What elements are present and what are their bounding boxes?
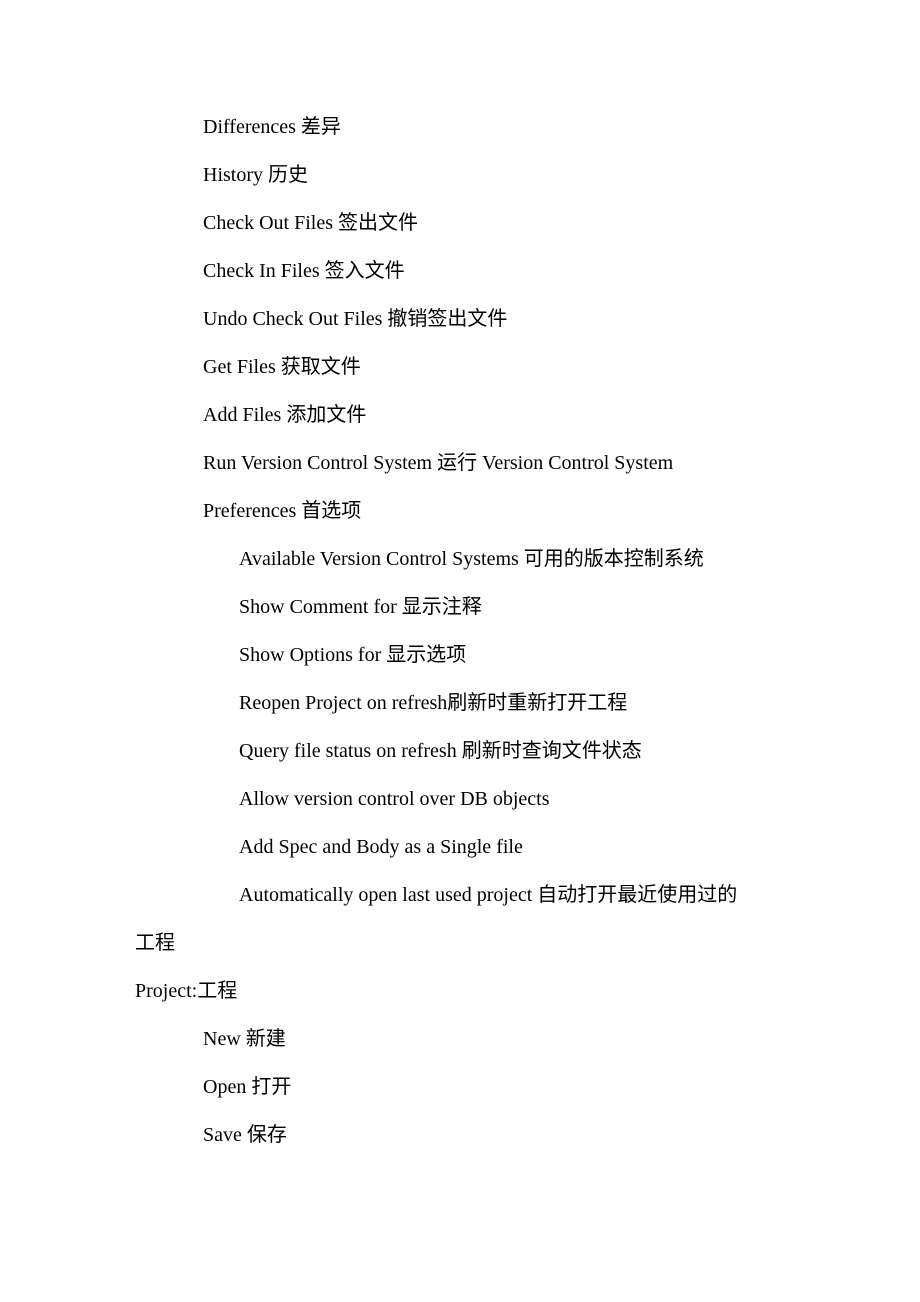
text-line: Query file status on refresh 刷新时查询文件状态 xyxy=(135,741,785,761)
text-line: Automatically open last used project 自动打… xyxy=(135,885,785,905)
text-line: Add Spec and Body as a Single file xyxy=(135,837,785,857)
text-line-continuation: 工程 xyxy=(135,933,785,953)
text-line: Open 打开 xyxy=(135,1077,785,1097)
text-line: Check Out Files 签出文件 xyxy=(135,213,785,233)
text-line: Get Files 获取文件 xyxy=(135,357,785,377)
section-header: Project:工程 xyxy=(135,981,785,1001)
text-line: Preferences 首选项 xyxy=(135,501,785,521)
text-line: Save 保存 xyxy=(135,1125,785,1145)
text-line: Differences 差异 xyxy=(135,117,785,137)
text-line: Add Files 添加文件 xyxy=(135,405,785,425)
text-line: Undo Check Out Files 撤销签出文件 xyxy=(135,309,785,329)
text-line: History 历史 xyxy=(135,165,785,185)
text-line: Allow version control over DB objects xyxy=(135,789,785,809)
text-line: Check In Files 签入文件 xyxy=(135,261,785,281)
text-line: Available Version Control Systems 可用的版本控… xyxy=(135,549,785,569)
text-line: Show Options for 显示选项 xyxy=(135,645,785,665)
text-line: Show Comment for 显示注释 xyxy=(135,597,785,617)
text-line: Run Version Control System 运行 Version Co… xyxy=(135,453,785,473)
text-line: Reopen Project on refresh刷新时重新打开工程 xyxy=(135,693,785,713)
text-line: New 新建 xyxy=(135,1029,785,1049)
document-content: Differences 差异 History 历史 Check Out Files … xyxy=(135,117,785,1145)
